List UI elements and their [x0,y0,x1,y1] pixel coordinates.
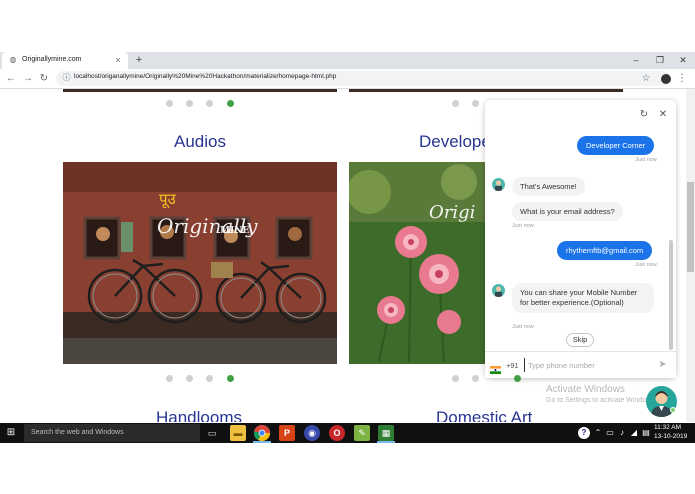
bot-avatar-icon [495,180,502,191]
chrome-logo [253,425,270,441]
minimize-button[interactable]: – [627,52,645,69]
carousel-dot[interactable] [452,375,459,382]
bot-message: What is your email address? [512,202,623,221]
developer-carousel-image[interactable]: Origi [349,162,485,364]
chrome-icon[interactable] [253,425,270,441]
carousel-dot[interactable] [186,375,193,382]
pink-flowers-image [349,162,485,364]
info-icon[interactable]: ⓘ [61,72,72,84]
network-icon[interactable]: ◢ [629,427,639,439]
message-timestamp: Just now [512,324,534,330]
bot-avatar [492,284,505,297]
restore-button[interactable]: ❐ [651,52,669,69]
active-app-indicator [377,441,395,443]
windows-start-icon[interactable]: ⊞ [4,426,18,440]
carousel-dot[interactable] [472,375,479,382]
online-status-dot [670,407,676,413]
watermark-devanagari: पूउ [159,190,176,208]
reload-button[interactable]: ↻ [37,71,51,86]
india-flag-icon[interactable] [490,361,501,374]
app-icon[interactable]: ◉ [304,425,320,441]
pdf-app-icon[interactable]: P [279,425,295,441]
carousel-dot[interactable] [452,100,459,107]
message-timestamp: Just now [512,223,534,229]
carousel-dot[interactable] [206,375,213,382]
opera-icon[interactable]: O [329,425,345,441]
bot-avatar-icon [495,286,502,297]
bot-message: You can share your Mobile Number for bet… [512,283,654,313]
carousel-dot-active[interactable] [227,100,234,107]
section-title-domestic-art: Domestic Art [436,408,533,422]
new-tab-button[interactable]: + [133,52,145,69]
user-message: Developer Corner [577,136,655,155]
country-code[interactable]: +91 [506,361,519,370]
image-strip-top-left [63,89,337,92]
menu-dots-icon[interactable]: ⋮ [677,71,687,86]
active-app-indicator [253,441,271,443]
section-title-developer: Develope [419,132,491,151]
forward-button[interactable]: → [21,71,35,86]
chevron-up-icon[interactable]: ⌃ [593,427,603,439]
tab-title: Originallymine.com [22,56,82,63]
carousel-dot-active[interactable] [514,375,521,382]
file-explorer-icon[interactable]: ▬ [230,425,246,441]
india-flag-graphic [490,366,501,374]
image-strip-top-right [349,89,623,92]
watermark-originally-partial: Origi [429,202,476,223]
audios-carousel-image[interactable]: पूउ Originally MINE [63,162,337,364]
back-button[interactable]: ← [4,71,18,86]
message-timestamp: Just now [635,157,657,163]
spreadsheet-icon[interactable]: ▦ [378,425,394,441]
chat-scrollbar[interactable] [669,240,673,350]
battery-icon[interactable]: ▭ [605,427,615,439]
page-scrollbar-thumb[interactable] [687,182,694,272]
volume-icon[interactable]: ♪ [617,427,627,439]
carousel-dot[interactable] [206,100,213,107]
watermark-mine: MINE [220,226,250,236]
send-icon[interactable]: ➤ [657,359,668,370]
train-bicycles-image [63,162,337,364]
notification-icon[interactable]: ▤ [641,427,651,439]
message-timestamp: Just now [635,262,657,268]
phone-input[interactable] [524,358,648,372]
clock-date[interactable]: 13-10-2019 [654,433,687,440]
carousel-dot[interactable] [186,100,193,107]
carousel-dot[interactable] [166,100,173,107]
browser-tab[interactable]: Originallymine.com [2,52,128,69]
user-message: rhythemftb@gmail.com [557,241,653,260]
close-icon[interactable]: ✕ [657,109,669,121]
bot-message: That's Awesome! [512,177,585,196]
carousel-dot[interactable] [472,100,479,107]
clock-time[interactable]: 11:32 AM [654,424,681,431]
skip-button[interactable]: Skip [566,333,594,347]
carousel-dot[interactable] [166,375,173,382]
carousel-dot-active[interactable] [227,375,234,382]
activate-windows-title: Activate Windows [546,384,625,395]
section-title-audios: Audios [174,132,226,151]
close-window-button[interactable]: ✕ [674,52,692,69]
bot-avatar [492,178,505,191]
notepad-icon[interactable]: ✎ [354,425,370,441]
task-view-icon[interactable]: ▭ [204,425,220,441]
tab-close-icon[interactable]: × [113,53,123,67]
url-text[interactable]: localhost/origanallymine/Originally%20Mi… [74,73,336,80]
taskbar-search-text[interactable]: Search the web and Windows [31,429,124,436]
refresh-icon[interactable]: ↻ [638,109,650,121]
help-icon[interactable]: ? [578,427,590,439]
section-title-handlooms: Handlooms [156,408,242,422]
bookmark-star-icon[interactable]: ☆ [640,71,652,86]
globe-icon: ◍ [9,55,17,64]
profile-avatar[interactable] [661,74,671,84]
